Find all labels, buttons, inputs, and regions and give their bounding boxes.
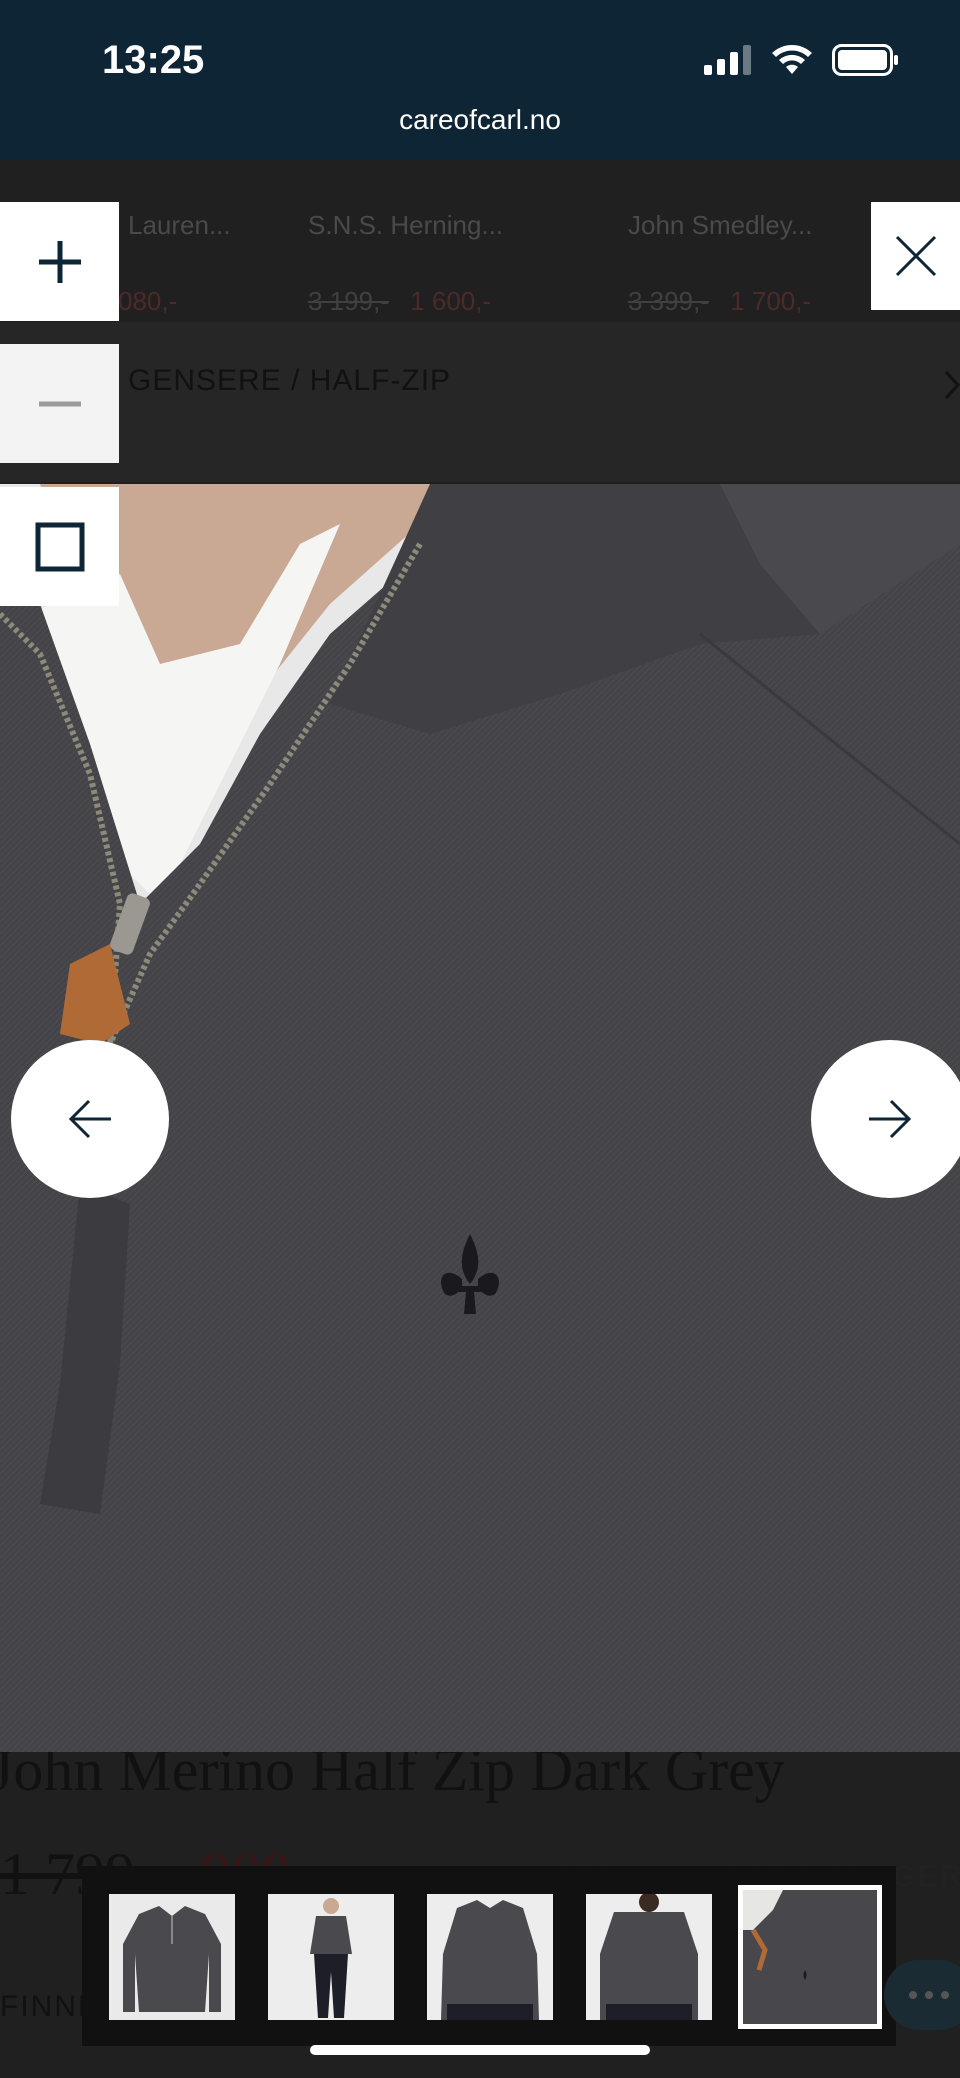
zoom-in-button[interactable] [0,202,119,321]
next-image-button[interactable] [811,1040,960,1198]
zoom-out-button[interactable] [0,344,119,463]
signal-icon [704,45,751,75]
square-icon [35,522,84,571]
model-half-thumb [427,1894,553,2020]
thumbnail-sweater-front[interactable] [109,1894,235,2020]
recommendation-old-price: 3 399,- [628,286,709,316]
wifi-icon [772,45,812,74]
model-back-thumb [586,1894,712,2020]
url-bar[interactable]: careofcarl.no [0,104,960,136]
previous-image-button[interactable] [11,1040,169,1198]
battery-icon [832,44,898,76]
minus-icon [38,401,81,406]
thumbnail-logo-closeup[interactable] [738,1885,882,2029]
close-viewer-button[interactable] [871,202,960,310]
arrow-right-icon [869,1099,912,1139]
model-full-thumb [268,1894,394,2020]
recommendation-price: 3 199,- 1 600,- [308,286,491,317]
recommendation-new-price: 080,- [118,286,178,316]
chat-dot-icon [909,1991,917,1999]
recommendation-name: S.N.S. Herning... [308,210,504,240]
recommendation-item[interactable]: John Smedley... [628,210,813,241]
close-icon [895,235,936,277]
breadcrumb-bar: GENSERE / HALF-ZIP [0,322,960,482]
recommendation-name: John Smedley... [628,210,813,240]
sweater-front-thumb [109,1894,235,2020]
status-icons [704,44,900,76]
chat-dot-icon [941,1991,949,1999]
recommendation-price: 080,- [118,286,177,317]
logo-closeup-thumb [743,1890,877,2024]
breadcrumb[interactable]: GENSERE / HALF-ZIP [128,364,451,398]
recommendation-name: Lauren... [128,210,231,240]
plus-icon [38,240,81,283]
fit-screen-button[interactable] [0,487,119,606]
recommendation-price: 3 399,- 1 700,- [628,286,811,317]
chat-button[interactable] [884,1960,960,2030]
thumbnail-strip [82,1866,896,2046]
recommendation-new-price: 1 700,- [730,286,812,316]
thumbnail-model-full[interactable] [268,1894,394,2020]
recommendation-old-price: 3 199,- [308,286,389,316]
recommendation-new-price: 1 600,- [410,286,492,316]
home-indicator[interactable] [310,2045,650,2055]
arrow-left-icon [68,1099,111,1139]
recommendation-item[interactable]: S.N.S. Herning... [308,210,503,241]
chevron-right-icon [944,370,960,400]
recommendation-item[interactable]: Lauren... [128,210,231,241]
status-time: 13:25 [102,38,205,82]
thumbnail-model-half[interactable] [427,1894,553,2020]
status-bar: 13:25 careofcarl.no [0,0,960,160]
thumbnail-model-back[interactable] [586,1894,712,2020]
chat-dot-icon [925,1991,933,1999]
